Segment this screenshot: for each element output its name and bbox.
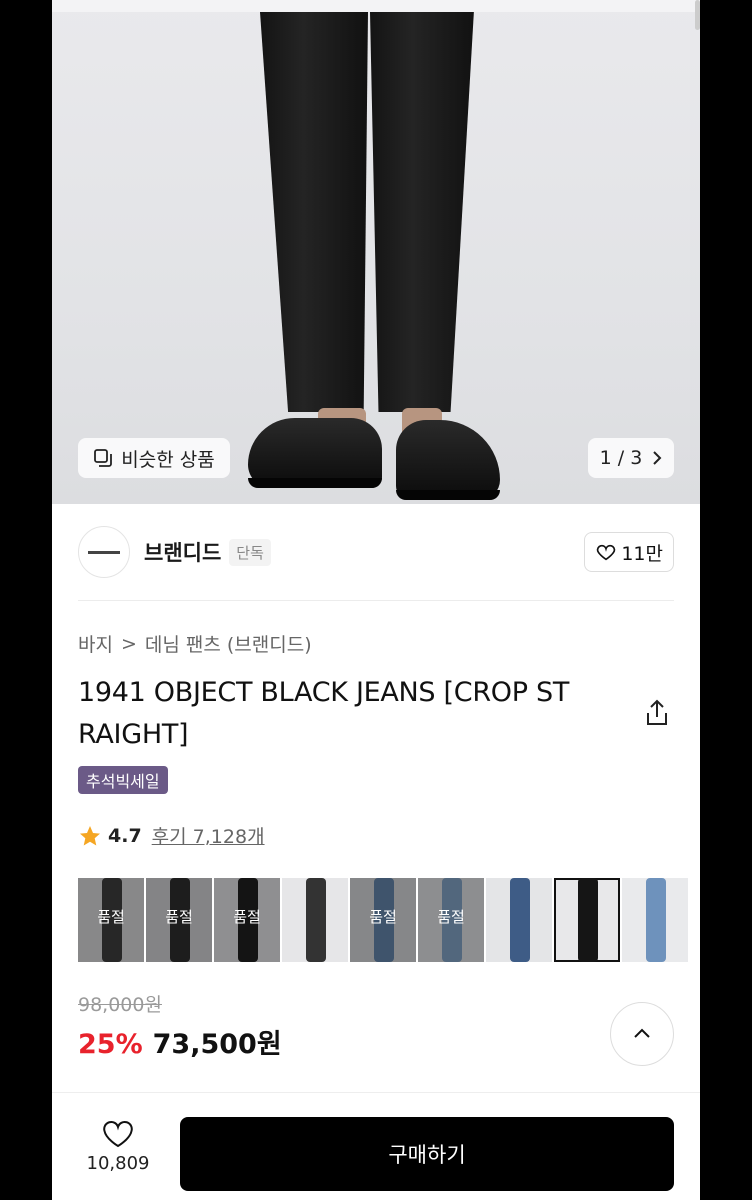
breadcrumb-separator: > — [120, 632, 137, 655]
sold-out-label: 품절 — [418, 878, 484, 962]
star-icon — [80, 825, 100, 845]
brand-like-count: 11만 — [621, 542, 663, 565]
image-pager[interactable]: 1 / 3 — [588, 438, 674, 478]
thumbnail-product-figure — [510, 878, 530, 962]
sale-price: 73,500원 — [152, 1029, 282, 1060]
brand-row[interactable]: 브랜디드 단독 11만 — [78, 524, 674, 580]
brand-logo[interactable] — [78, 526, 130, 578]
bottom-action-bar: 10,809 구매하기 — [52, 1092, 700, 1200]
original-price: 98,000원 — [78, 994, 162, 1016]
scroll-top-button[interactable] — [610, 1002, 674, 1066]
similar-products-label: 비슷한 상품 — [121, 448, 215, 471]
color-option-thumbnail[interactable]: 품절 — [350, 878, 416, 962]
brand-name[interactable]: 브랜디드 — [144, 537, 221, 567]
image-top-strip — [52, 0, 700, 12]
price-row: 25% 73,500원 — [78, 1022, 282, 1061]
review-count-link[interactable]: 후기 7,128개 — [152, 822, 265, 849]
similar-icon — [94, 449, 113, 467]
share-icon[interactable] — [644, 698, 670, 728]
product-photo-shoe — [396, 420, 500, 500]
buy-button[interactable]: 구매하기 — [180, 1117, 674, 1191]
sold-out-label: 품절 — [214, 878, 280, 962]
pager-current: 1 — [599, 447, 612, 469]
color-option-thumbnail[interactable] — [554, 878, 620, 962]
rating-row[interactable]: 4.7 후기 7,128개 — [78, 822, 265, 849]
product-like-count: 10,809 — [86, 1153, 150, 1174]
heart-icon — [103, 1121, 133, 1148]
color-option-thumbnail[interactable] — [282, 878, 348, 962]
sale-badge: 추석빅세일 — [78, 766, 168, 794]
color-option-thumbnail[interactable]: 품절 — [146, 878, 212, 962]
product-image-carousel[interactable]: 비슷한 상품 1 / 3 — [52, 0, 700, 504]
product-photo-shoe — [248, 418, 382, 488]
sold-out-label: 품절 — [350, 878, 416, 962]
exclusive-tag: 단독 — [229, 538, 271, 566]
thumbnail-product-figure — [306, 878, 326, 962]
pager-total: 3 — [630, 447, 643, 469]
divider — [78, 600, 674, 601]
breadcrumb-subcategory[interactable]: 데님 팬츠 (브랜디드) — [145, 630, 312, 657]
color-option-thumbnail[interactable]: 품절 — [78, 878, 144, 962]
product-like-button[interactable]: 10,809 — [78, 1119, 158, 1174]
color-options: 품절 품절 품절 품절 품절 — [78, 878, 700, 962]
color-option-thumbnail[interactable] — [622, 878, 688, 962]
brand-like-button[interactable]: 11만 — [584, 532, 674, 572]
product-page: 비슷한 상품 1 / 3 브랜디드 단독 11만 바지 > 데님 팬츠 (브랜디… — [52, 0, 700, 1200]
product-title: 1941 OBJECT BLACK JEANS [CROP ST RAIGHT] — [78, 672, 638, 756]
color-option-thumbnail[interactable]: 품절 — [418, 878, 484, 962]
color-option-thumbnail[interactable] — [486, 878, 552, 962]
product-photo-right-leg — [370, 12, 474, 412]
thumbnail-product-figure — [578, 878, 598, 962]
color-option-thumbnail[interactable]: 품절 — [214, 878, 280, 962]
sold-out-label: 품절 — [78, 878, 144, 962]
breadcrumb: 바지 > 데님 팬츠 (브랜디드) — [78, 630, 312, 657]
product-photo-left-leg — [260, 12, 368, 412]
sold-out-label: 품절 — [146, 878, 212, 962]
pager-text: 1 / 3 — [600, 447, 643, 469]
discount-rate: 25% — [78, 1029, 143, 1060]
product-title-line: RAIGHT] — [78, 719, 189, 750]
thumbnail-product-figure — [646, 878, 666, 962]
chevron-up-icon — [634, 1028, 650, 1038]
scrollbar[interactable] — [695, 0, 700, 30]
product-title-line: 1941 OBJECT BLACK JEANS [CROP ST — [78, 677, 570, 708]
chevron-right-icon — [653, 451, 662, 465]
rating-score: 4.7 — [108, 824, 142, 847]
pager-separator: / — [617, 447, 625, 469]
heart-icon — [597, 544, 616, 561]
breadcrumb-category[interactable]: 바지 — [78, 630, 113, 657]
similar-products-button[interactable]: 비슷한 상품 — [78, 438, 230, 478]
